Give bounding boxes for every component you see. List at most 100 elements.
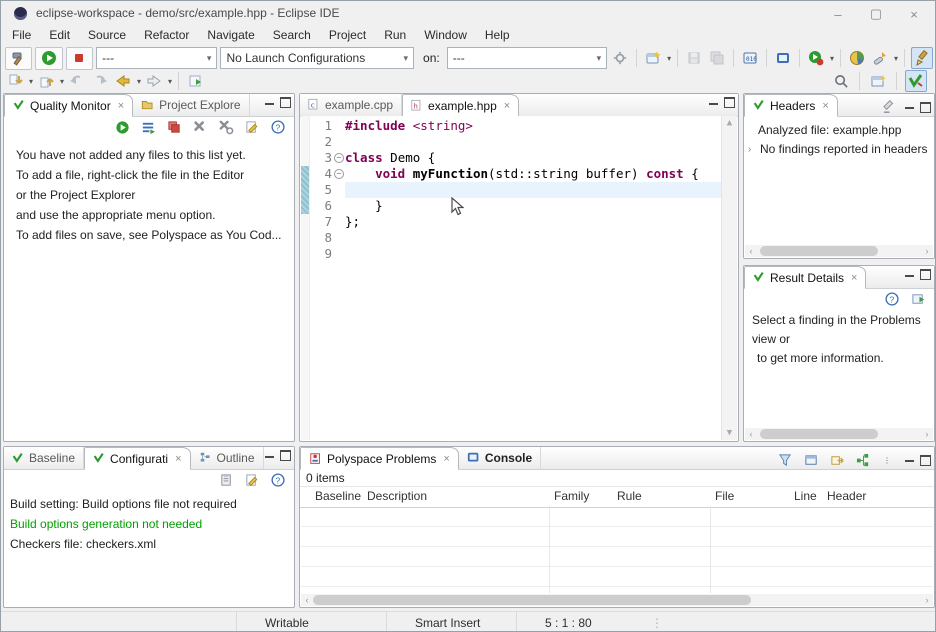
chevron-down-icon[interactable]: ▾ xyxy=(894,54,898,63)
save-all-button[interactable] xyxy=(707,48,727,68)
tab-close-icon[interactable]: × xyxy=(851,272,857,284)
console-open-button[interactable] xyxy=(773,48,793,68)
code-text[interactable] xyxy=(345,182,721,198)
scroll-left-icon[interactable]: ‹ xyxy=(745,429,757,439)
chevron-down-icon[interactable]: ▾ xyxy=(29,77,33,86)
back-history-button[interactable] xyxy=(113,71,133,91)
editor-scrollbar[interactable]: ▲ ▼ xyxy=(721,116,737,440)
binary-build-button[interactable]: 010 xyxy=(740,48,760,68)
tab-result-details[interactable]: Result Details × xyxy=(744,266,866,289)
tab-example-hpp[interactable]: h example.hpp × xyxy=(402,94,519,117)
clipboard-button[interactable] xyxy=(216,470,236,490)
chevron-down-icon[interactable]: ▾ xyxy=(168,77,172,86)
gear-button[interactable] xyxy=(610,48,630,68)
export-button[interactable] xyxy=(827,450,847,470)
tab-headers[interactable]: Headers × xyxy=(744,94,838,117)
code-line[interactable]: 6 } xyxy=(310,198,721,214)
maximize-view-icon[interactable] xyxy=(280,450,291,461)
menu-navigate[interactable]: Navigate xyxy=(198,26,263,44)
tab-configuration[interactable]: Configurati × xyxy=(84,447,190,470)
tab-close-icon[interactable]: × xyxy=(443,453,449,465)
result-details-hscrollbar[interactable]: ‹ › xyxy=(745,428,933,440)
menu-source[interactable]: Source xyxy=(79,26,135,44)
code-editor[interactable]: 1#include <string>23−class Demo {4− void… xyxy=(301,116,737,440)
tab-example-cpp[interactable]: c example.cpp xyxy=(300,94,402,116)
menu-window[interactable]: Window xyxy=(415,26,476,44)
save-button[interactable] xyxy=(684,48,704,68)
code-line[interactable]: 5 xyxy=(310,182,721,198)
minimize-view-icon[interactable] xyxy=(905,460,914,465)
maximize-button[interactable]: ▢ xyxy=(857,1,895,27)
launch-config-combo[interactable]: No Launch Configurations ▾ xyxy=(220,47,414,69)
run-button[interactable] xyxy=(35,47,62,70)
view-menu-icon[interactable] xyxy=(879,450,899,470)
code-line[interactable]: 9 xyxy=(310,246,721,262)
group-window-button[interactable] xyxy=(801,450,821,470)
scroll-left-icon[interactable]: ‹ xyxy=(301,595,313,605)
edit-options-button[interactable] xyxy=(242,117,262,137)
maximize-view-icon[interactable] xyxy=(280,97,291,108)
collapse-icon[interactable]: − xyxy=(334,153,344,163)
remove-copy-button[interactable] xyxy=(164,117,184,137)
chevron-down-icon[interactable]: ▾ xyxy=(667,54,671,63)
menu-search[interactable]: Search xyxy=(264,26,320,44)
polyspace-perspective-button[interactable] xyxy=(905,70,927,92)
search-button[interactable] xyxy=(831,71,851,91)
next-annotation-button[interactable] xyxy=(5,71,25,91)
scroll-right-icon[interactable]: › xyxy=(921,429,933,439)
scroll-down-icon[interactable]: ▼ xyxy=(722,428,737,438)
code-text[interactable]: #include <string> xyxy=(345,118,721,134)
menu-file[interactable]: File xyxy=(3,26,40,44)
polyspace-brush-toggle[interactable] xyxy=(911,47,933,69)
scroll-left-icon[interactable]: ‹ xyxy=(745,246,757,256)
chevron-down-icon[interactable]: ▾ xyxy=(60,77,64,86)
filter-button[interactable] xyxy=(775,450,795,470)
code-line[interactable]: 1#include <string> xyxy=(310,118,721,134)
forward-history-button[interactable] xyxy=(144,71,164,91)
maximize-view-icon[interactable] xyxy=(724,97,735,108)
menu-project[interactable]: Project xyxy=(320,26,375,44)
column-header-header[interactable]: Header xyxy=(827,489,866,503)
minimize-view-icon[interactable] xyxy=(265,103,274,108)
chevron-down-icon[interactable]: ▾ xyxy=(137,77,141,86)
clear-button[interactable] xyxy=(879,97,899,117)
minimize-view-icon[interactable] xyxy=(709,103,718,108)
minimize-view-icon[interactable] xyxy=(905,107,914,112)
open-perspective-button[interactable] xyxy=(868,71,888,91)
menu-run[interactable]: Run xyxy=(375,26,415,44)
help-button[interactable]: ? xyxy=(268,117,288,137)
close-button[interactable]: × xyxy=(895,1,933,27)
stop-button[interactable] xyxy=(66,47,93,70)
chevron-right-icon[interactable]: › xyxy=(748,140,757,159)
open-result-button[interactable] xyxy=(908,289,928,309)
target-combo[interactable]: --- ▾ xyxy=(96,47,217,69)
run-last-button[interactable] xyxy=(806,48,826,68)
fold-gutter[interactable]: − xyxy=(332,150,345,166)
hammer-build-button[interactable] xyxy=(5,47,32,70)
code-line[interactable]: 7}; xyxy=(310,214,721,230)
previous-annotation-button[interactable] xyxy=(36,71,56,91)
fold-gutter[interactable]: − xyxy=(332,166,345,182)
remove-button[interactable] xyxy=(190,117,210,137)
tab-baseline[interactable]: Baseline xyxy=(4,447,84,469)
back-button[interactable] xyxy=(67,71,87,91)
column-header-family[interactable]: Family xyxy=(554,489,589,503)
collapse-icon[interactable]: − xyxy=(334,169,344,179)
list-button[interactable] xyxy=(138,117,158,137)
column-header-description[interactable]: Description xyxy=(367,489,427,503)
tab-quality-monitor[interactable]: Quality Monitor × xyxy=(4,94,133,117)
minimize-button[interactable]: – xyxy=(819,1,857,27)
last-edit-location-button[interactable] xyxy=(185,71,205,91)
profile-pie-button[interactable] xyxy=(847,48,867,68)
code-text[interactable] xyxy=(345,134,721,150)
column-header-line[interactable]: Line xyxy=(794,489,817,503)
code-line[interactable]: 8 xyxy=(310,230,721,246)
problems-table-body[interactable] xyxy=(301,506,933,593)
tab-close-icon[interactable]: × xyxy=(822,100,828,112)
tree-mode-button[interactable] xyxy=(853,450,873,470)
headers-hscrollbar[interactable]: ‹ › xyxy=(745,245,933,257)
menu-help[interactable]: Help xyxy=(476,26,519,44)
minimize-view-icon[interactable] xyxy=(905,275,914,280)
no-findings-row[interactable]: › No findings reported in headers xyxy=(744,140,934,159)
tab-console[interactable]: Console xyxy=(459,447,541,469)
